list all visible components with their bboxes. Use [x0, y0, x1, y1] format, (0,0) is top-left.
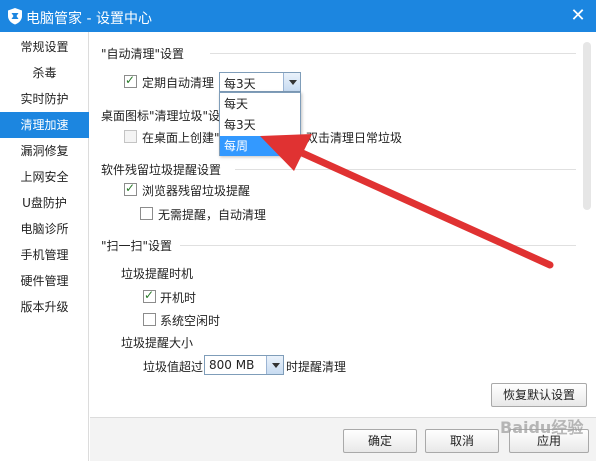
sidebar-item-hardware[interactable]: 硬件管理 — [0, 268, 89, 294]
desktop-shortcut-checkbox[interactable] — [124, 130, 137, 143]
browser-residue-label: 浏览器残留垃圾提醒 — [142, 184, 251, 198]
chevron-down-icon[interactable] — [266, 356, 283, 374]
cancel-button[interactable]: 取消 — [425, 429, 499, 453]
reminder-size-title: 垃圾提醒大小 — [121, 336, 194, 350]
junk-threshold-select[interactable]: 800 MB — [204, 355, 284, 375]
clean-frequency-select[interactable]: 每3天 — [219, 72, 301, 92]
watermark: Baidu经验 — [500, 418, 584, 437]
auto-clean-no-remind-label: 无需提醒，自动清理 — [158, 208, 267, 222]
section-title-desktop-icon: 桌面图标"清理垃圾"设 — [101, 109, 221, 123]
close-icon[interactable]: ✕ — [566, 4, 590, 28]
sidebar-item-phone[interactable]: 手机管理 — [0, 242, 89, 268]
clean-frequency-value: 每3天 — [224, 77, 256, 91]
restore-defaults-button[interactable]: 恢复默认设置 — [491, 383, 587, 407]
frequency-option-3days[interactable]: 每3天 — [220, 115, 300, 135]
title-bar: 电脑管家 - 设置中心 ✕ — [0, 0, 596, 32]
sidebar-item-usb-protect[interactable]: U盘防护 — [0, 190, 89, 216]
divider — [235, 169, 576, 170]
scrollbar[interactable] — [583, 42, 591, 210]
chevron-down-icon[interactable] — [283, 73, 300, 91]
startup-label: 开机时 — [160, 291, 197, 305]
section-title-residue: 软件残留垃圾提醒设置 — [101, 163, 222, 177]
frequency-dropdown-list: 每天 每3天 每周 — [219, 92, 301, 156]
window-title: 电脑管家 - 设置中心 — [26, 11, 152, 27]
shield-logo-icon — [8, 8, 22, 25]
system-idle-checkbox[interactable] — [143, 313, 156, 326]
sidebar-item-vuln-fix[interactable]: 漏洞修复 — [0, 138, 89, 164]
frequency-option-weekly[interactable]: 每周 — [220, 136, 300, 156]
sidebar-item-pc-clinic[interactable]: 电脑诊所 — [0, 216, 89, 242]
sidebar-item-general[interactable]: 常规设置 — [0, 34, 89, 60]
settings-panel: "自动清理"设置 定期自动清理 每3天 桌面图标"清理垃圾"设 在桌面上创建" … — [90, 32, 596, 461]
scheduled-clean-checkbox[interactable] — [124, 73, 137, 88]
sidebar-item-cleanup[interactable]: 清理加速 — [0, 112, 89, 138]
section-title-scan: "扫一扫"设置 — [101, 239, 173, 253]
reminder-timing-title: 垃圾提醒时机 — [121, 267, 194, 281]
sidebar-item-web-security[interactable]: 上网安全 — [0, 164, 89, 190]
desktop-shortcut-label: 在桌面上创建" — [142, 131, 220, 145]
browser-residue-checkbox[interactable] — [124, 181, 137, 196]
divider — [210, 53, 576, 54]
threshold-prefix-label: 垃圾值超过 — [143, 360, 204, 374]
auto-clean-no-remind-checkbox[interactable] — [140, 207, 153, 220]
system-idle-label: 系统空闲时 — [160, 314, 221, 328]
junk-threshold-value: 800 MB — [209, 358, 255, 372]
section-title-auto-clean: "自动清理"设置 — [101, 47, 185, 61]
divider — [180, 245, 576, 246]
frequency-option-daily[interactable]: 每天 — [220, 94, 300, 114]
threshold-suffix-label: 时提醒清理 — [286, 360, 347, 374]
sidebar-item-antivirus[interactable]: 杀毒 — [0, 60, 89, 86]
scheduled-clean-label: 定期自动清理 — [142, 76, 215, 90]
sidebar: 常规设置 杀毒 实时防护 清理加速 漏洞修复 上网安全 U盘防护 电脑诊所 手机… — [0, 32, 89, 461]
ok-button[interactable]: 确定 — [343, 429, 417, 453]
sidebar-item-upgrade[interactable]: 版本升级 — [0, 294, 89, 320]
startup-checkbox[interactable] — [143, 288, 156, 303]
desktop-shortcut-label-tail: 双击清理日常垃圾 — [306, 131, 403, 145]
sidebar-item-realtime[interactable]: 实时防护 — [0, 86, 89, 112]
